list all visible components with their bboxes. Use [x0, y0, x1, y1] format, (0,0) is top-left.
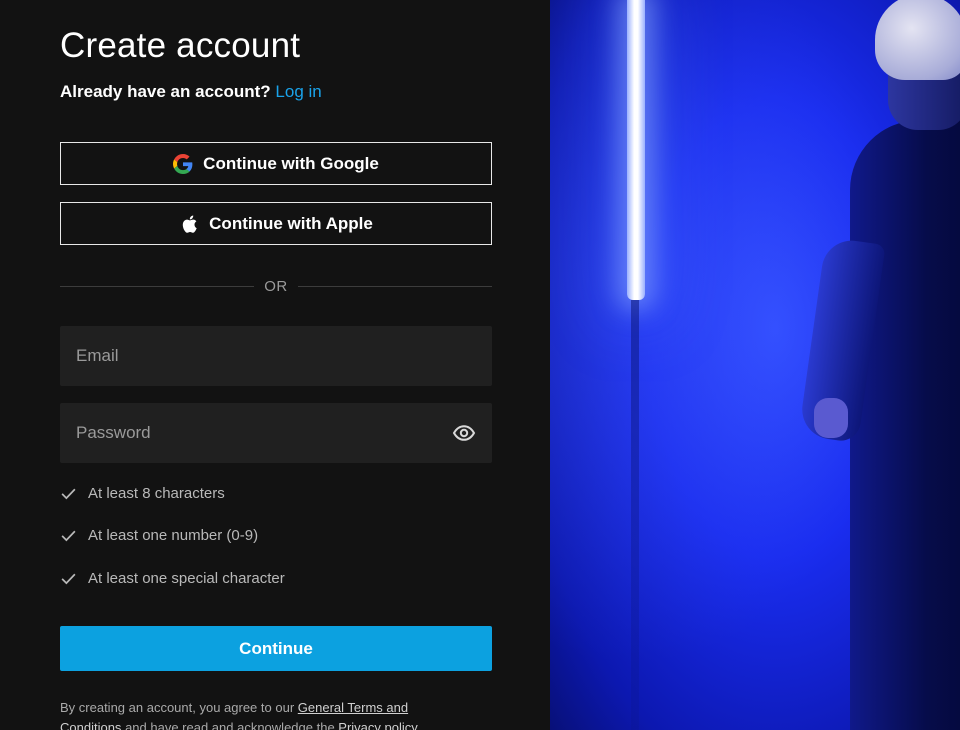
signup-panel: Create account Already have an account? …	[0, 0, 550, 730]
continue-button[interactable]: Continue	[60, 626, 492, 671]
password-requirement: At least 8 characters	[60, 485, 225, 502]
check-icon	[60, 485, 77, 502]
password-field-container	[60, 403, 492, 463]
google-logo-icon	[173, 153, 193, 174]
password-requirement: At least one number (0-9)	[60, 527, 258, 544]
apple-button-label: Continue with Apple	[209, 213, 373, 233]
light-beam	[627, 0, 645, 300]
person-hand	[814, 398, 848, 438]
apple-logo-icon	[179, 214, 199, 234]
email-field-container	[60, 326, 492, 386]
terms-prefix: By creating an account, you agree to our	[60, 700, 295, 715]
or-divider: OR	[60, 276, 492, 296]
page-title: Create account	[60, 26, 301, 65]
terms-middle: and have read and acknowledge the	[125, 720, 335, 730]
beanie-hat	[875, 0, 960, 80]
divider-line-left	[60, 285, 255, 287]
login-link[interactable]: Log in	[275, 82, 321, 101]
light-beam-stand	[631, 300, 639, 730]
continue-with-apple-button[interactable]: Continue with Apple	[60, 202, 492, 245]
google-button-label: Continue with Google	[203, 153, 379, 173]
requirement-text: At least one special character	[88, 570, 285, 587]
password-requirement: At least one special character	[60, 570, 285, 587]
already-have-account-text: Already have an account?	[60, 82, 271, 101]
eye-icon[interactable]	[452, 421, 476, 445]
terms-text: By creating an account, you agree to our…	[60, 698, 460, 730]
requirement-text: At least 8 characters	[88, 485, 225, 502]
check-icon	[60, 527, 77, 544]
hero-image	[550, 0, 960, 730]
divider-line-right	[297, 285, 492, 287]
requirement-text: At least one number (0-9)	[88, 527, 259, 544]
email-field[interactable]	[76, 346, 476, 366]
divider-text: OR	[264, 277, 288, 295]
check-icon	[60, 570, 77, 587]
continue-with-google-button[interactable]: Continue with Google	[60, 142, 492, 185]
login-prompt: Already have an account? Log in	[60, 82, 322, 102]
privacy-policy-link[interactable]: Privacy policy	[338, 720, 417, 730]
password-field[interactable]	[76, 423, 452, 443]
person-silhouette	[850, 120, 960, 730]
